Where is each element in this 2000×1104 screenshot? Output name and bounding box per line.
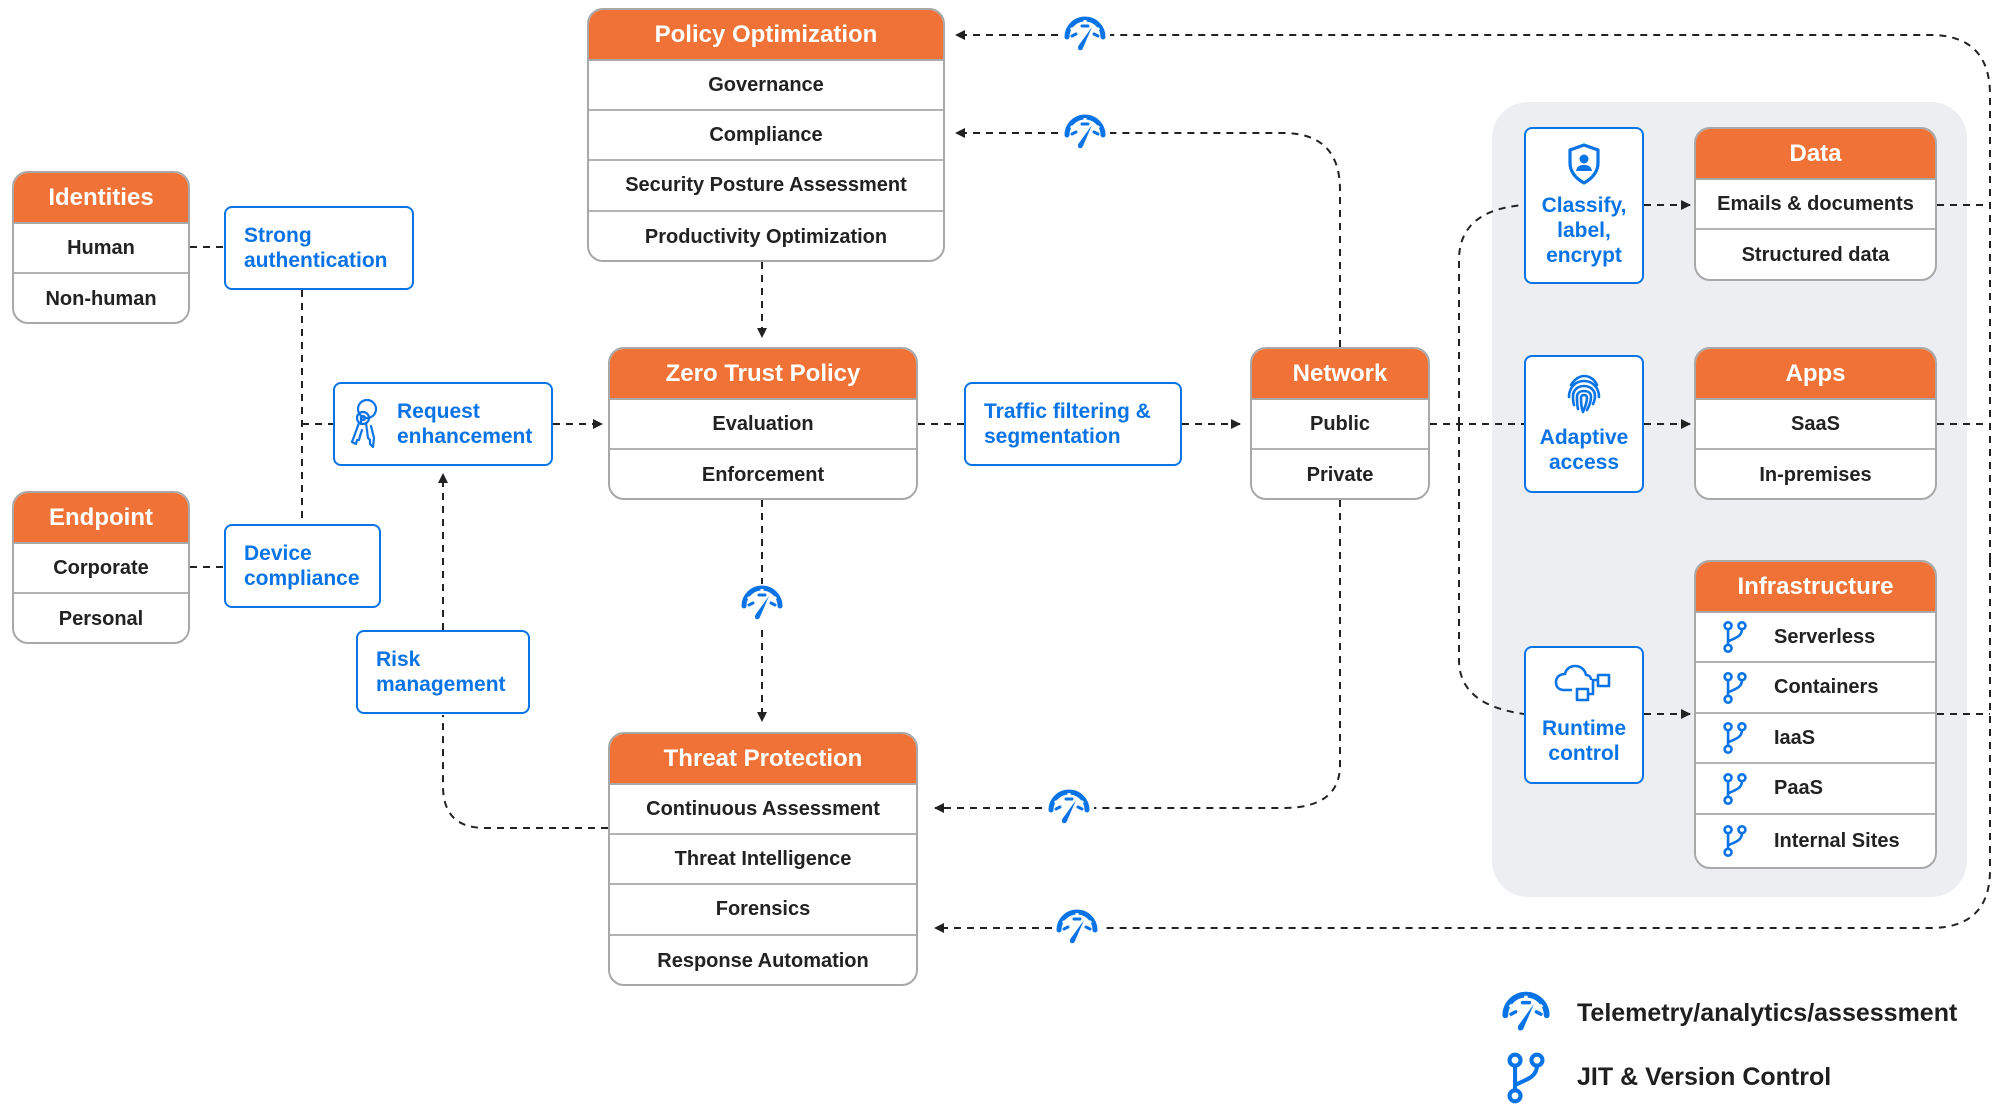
apps-item-saas: SaaS bbox=[1696, 400, 1935, 450]
data-title: Data bbox=[1696, 129, 1935, 180]
threat-protection-card: Threat Protection Continuous Assessment … bbox=[608, 732, 918, 986]
fingerprint-icon bbox=[1566, 373, 1602, 415]
data-card: Data Emails & documents Structured data bbox=[1694, 127, 1937, 281]
policy-optimization-title: Policy Optimization bbox=[589, 10, 943, 61]
infra-item-serverless: Serverless bbox=[1696, 613, 1935, 663]
zero-trust-policy-card: Zero Trust Policy Evaluation Enforcement bbox=[608, 347, 918, 500]
infrastructure-title: Infrastructure bbox=[1696, 562, 1935, 613]
branch-icon bbox=[1722, 721, 1748, 755]
strong-authentication-label: Strong authentication bbox=[244, 224, 388, 272]
zero-trust-item-evaluation: Evaluation bbox=[610, 400, 916, 450]
infra-item-label: Internal Sites bbox=[1774, 829, 1900, 852]
gauge-icon-forensics bbox=[1054, 908, 1100, 948]
connector-branch-runtime bbox=[1458, 424, 1525, 715]
legend-jit: JIT & Version Control bbox=[1505, 1052, 1832, 1104]
connector-threat-risk bbox=[442, 715, 608, 829]
branch-icon bbox=[1722, 772, 1748, 806]
endpoint-item-corporate: Corporate bbox=[14, 544, 188, 594]
branch-icon bbox=[1722, 824, 1748, 858]
branch-icon bbox=[1722, 671, 1748, 705]
infra-item-internal-sites: Internal Sites bbox=[1696, 815, 1935, 867]
network-card: Network Public Private bbox=[1250, 347, 1430, 500]
apps-title: Apps bbox=[1696, 349, 1935, 400]
connector-network-threat bbox=[1094, 500, 1341, 809]
threat-protection-title: Threat Protection bbox=[610, 734, 916, 785]
network-item-private: Private bbox=[1306, 463, 1374, 486]
infra-item-containers: Containers bbox=[1696, 663, 1935, 714]
traffic-filtering-label: Traffic filtering & segmentation bbox=[984, 400, 1151, 448]
apps-card: Apps SaaS In-premises bbox=[1694, 347, 1937, 500]
zero-trust-policy-title: Zero Trust Policy bbox=[610, 349, 916, 400]
infra-item-label: IaaS bbox=[1774, 726, 1816, 749]
policy-item-security-posture: Security Posture Assessment bbox=[589, 161, 943, 212]
legend-telemetry: Telemetry/analytics/assessment bbox=[1497, 990, 1957, 1036]
policy-item-governance: Governance bbox=[589, 61, 943, 111]
risk-management-box: Risk management bbox=[356, 630, 530, 714]
legend-jit-label: JIT & Version Control bbox=[1577, 1062, 1832, 1091]
identities-title: Identities bbox=[14, 173, 188, 224]
legend-telemetry-label: Telemetry/analytics/assessment bbox=[1577, 998, 1958, 1027]
risk-management-label: Risk management bbox=[376, 648, 506, 696]
infra-item-iaas: IaaS bbox=[1696, 714, 1935, 764]
endpoint-item-personal: Personal bbox=[58, 607, 144, 630]
identities-item-human: Human bbox=[14, 224, 188, 274]
threat-item-continuous-assessment: Continuous Assessment bbox=[610, 785, 916, 835]
infra-item-label: PaaS bbox=[1774, 777, 1823, 799]
request-enhancement-box: Request enhancement bbox=[333, 382, 553, 466]
gauge-icon-continuous-assessment bbox=[1046, 788, 1092, 828]
strong-authentication-box: Strong authentication bbox=[224, 206, 414, 290]
classify-label: Classify, label, encrypt bbox=[1541, 194, 1627, 267]
cloud-nodes-icon bbox=[1554, 664, 1614, 704]
gauge-icon-policy bbox=[1062, 15, 1108, 55]
connector-network-compliance bbox=[1110, 132, 1341, 347]
request-enhancement-label: Request enhancement bbox=[397, 400, 533, 448]
infra-item-label: Serverless bbox=[1774, 625, 1876, 648]
policy-optimization-card: Policy Optimization Governance Complianc… bbox=[587, 8, 945, 262]
apps-item-on-premises: In-premises bbox=[1759, 463, 1872, 486]
policy-item-compliance: Compliance bbox=[589, 111, 943, 161]
gauge-icon bbox=[1497, 990, 1555, 1036]
infra-item-label: Containers bbox=[1774, 676, 1879, 698]
zero-trust-item-enforcement: Enforcement bbox=[701, 463, 825, 486]
connector-branch-classify bbox=[1458, 204, 1525, 424]
data-item-emails: Emails & documents bbox=[1696, 180, 1935, 230]
threat-item-forensics: Forensics bbox=[610, 885, 916, 936]
shield-user-icon bbox=[1567, 143, 1601, 185]
policy-item-productivity: Productivity Optimization bbox=[644, 225, 888, 248]
branch-icon bbox=[1505, 1052, 1547, 1104]
adaptive-access-box: Adaptive access bbox=[1524, 355, 1644, 493]
classify-box: Classify, label, encrypt bbox=[1524, 127, 1644, 284]
traffic-filtering-box: Traffic filtering & segmentation bbox=[964, 382, 1182, 466]
infrastructure-card: Infrastructure Serverless Containers Iaa… bbox=[1694, 560, 1937, 869]
network-item-public: Public bbox=[1252, 400, 1428, 450]
gauge-icon-compliance bbox=[1062, 113, 1108, 153]
runtime-control-box: Runtime control bbox=[1524, 646, 1644, 784]
device-compliance-box: Device compliance bbox=[224, 524, 381, 608]
keys-icon bbox=[347, 398, 381, 450]
endpoint-title: Endpoint bbox=[14, 493, 188, 544]
gauge-icon-zerotrust-threat bbox=[739, 584, 785, 624]
data-item-structured: Structured data bbox=[1741, 243, 1890, 266]
device-compliance-label: Device compliance bbox=[244, 542, 360, 590]
network-title: Network bbox=[1252, 349, 1428, 400]
threat-item-response-automation: Response Automation bbox=[657, 949, 869, 972]
infra-item-paas: PaaS bbox=[1696, 764, 1935, 815]
adaptive-access-label: Adaptive access bbox=[1539, 426, 1629, 474]
threat-item-threat-intelligence: Threat Intelligence bbox=[610, 835, 916, 885]
identities-card: Identities Human Non-human bbox=[12, 171, 190, 324]
branch-icon bbox=[1722, 620, 1748, 654]
runtime-control-label: Runtime control bbox=[1542, 717, 1626, 765]
endpoint-card: Endpoint Corporate Personal bbox=[12, 491, 190, 644]
identities-item-non-human: Non-human bbox=[45, 287, 157, 310]
